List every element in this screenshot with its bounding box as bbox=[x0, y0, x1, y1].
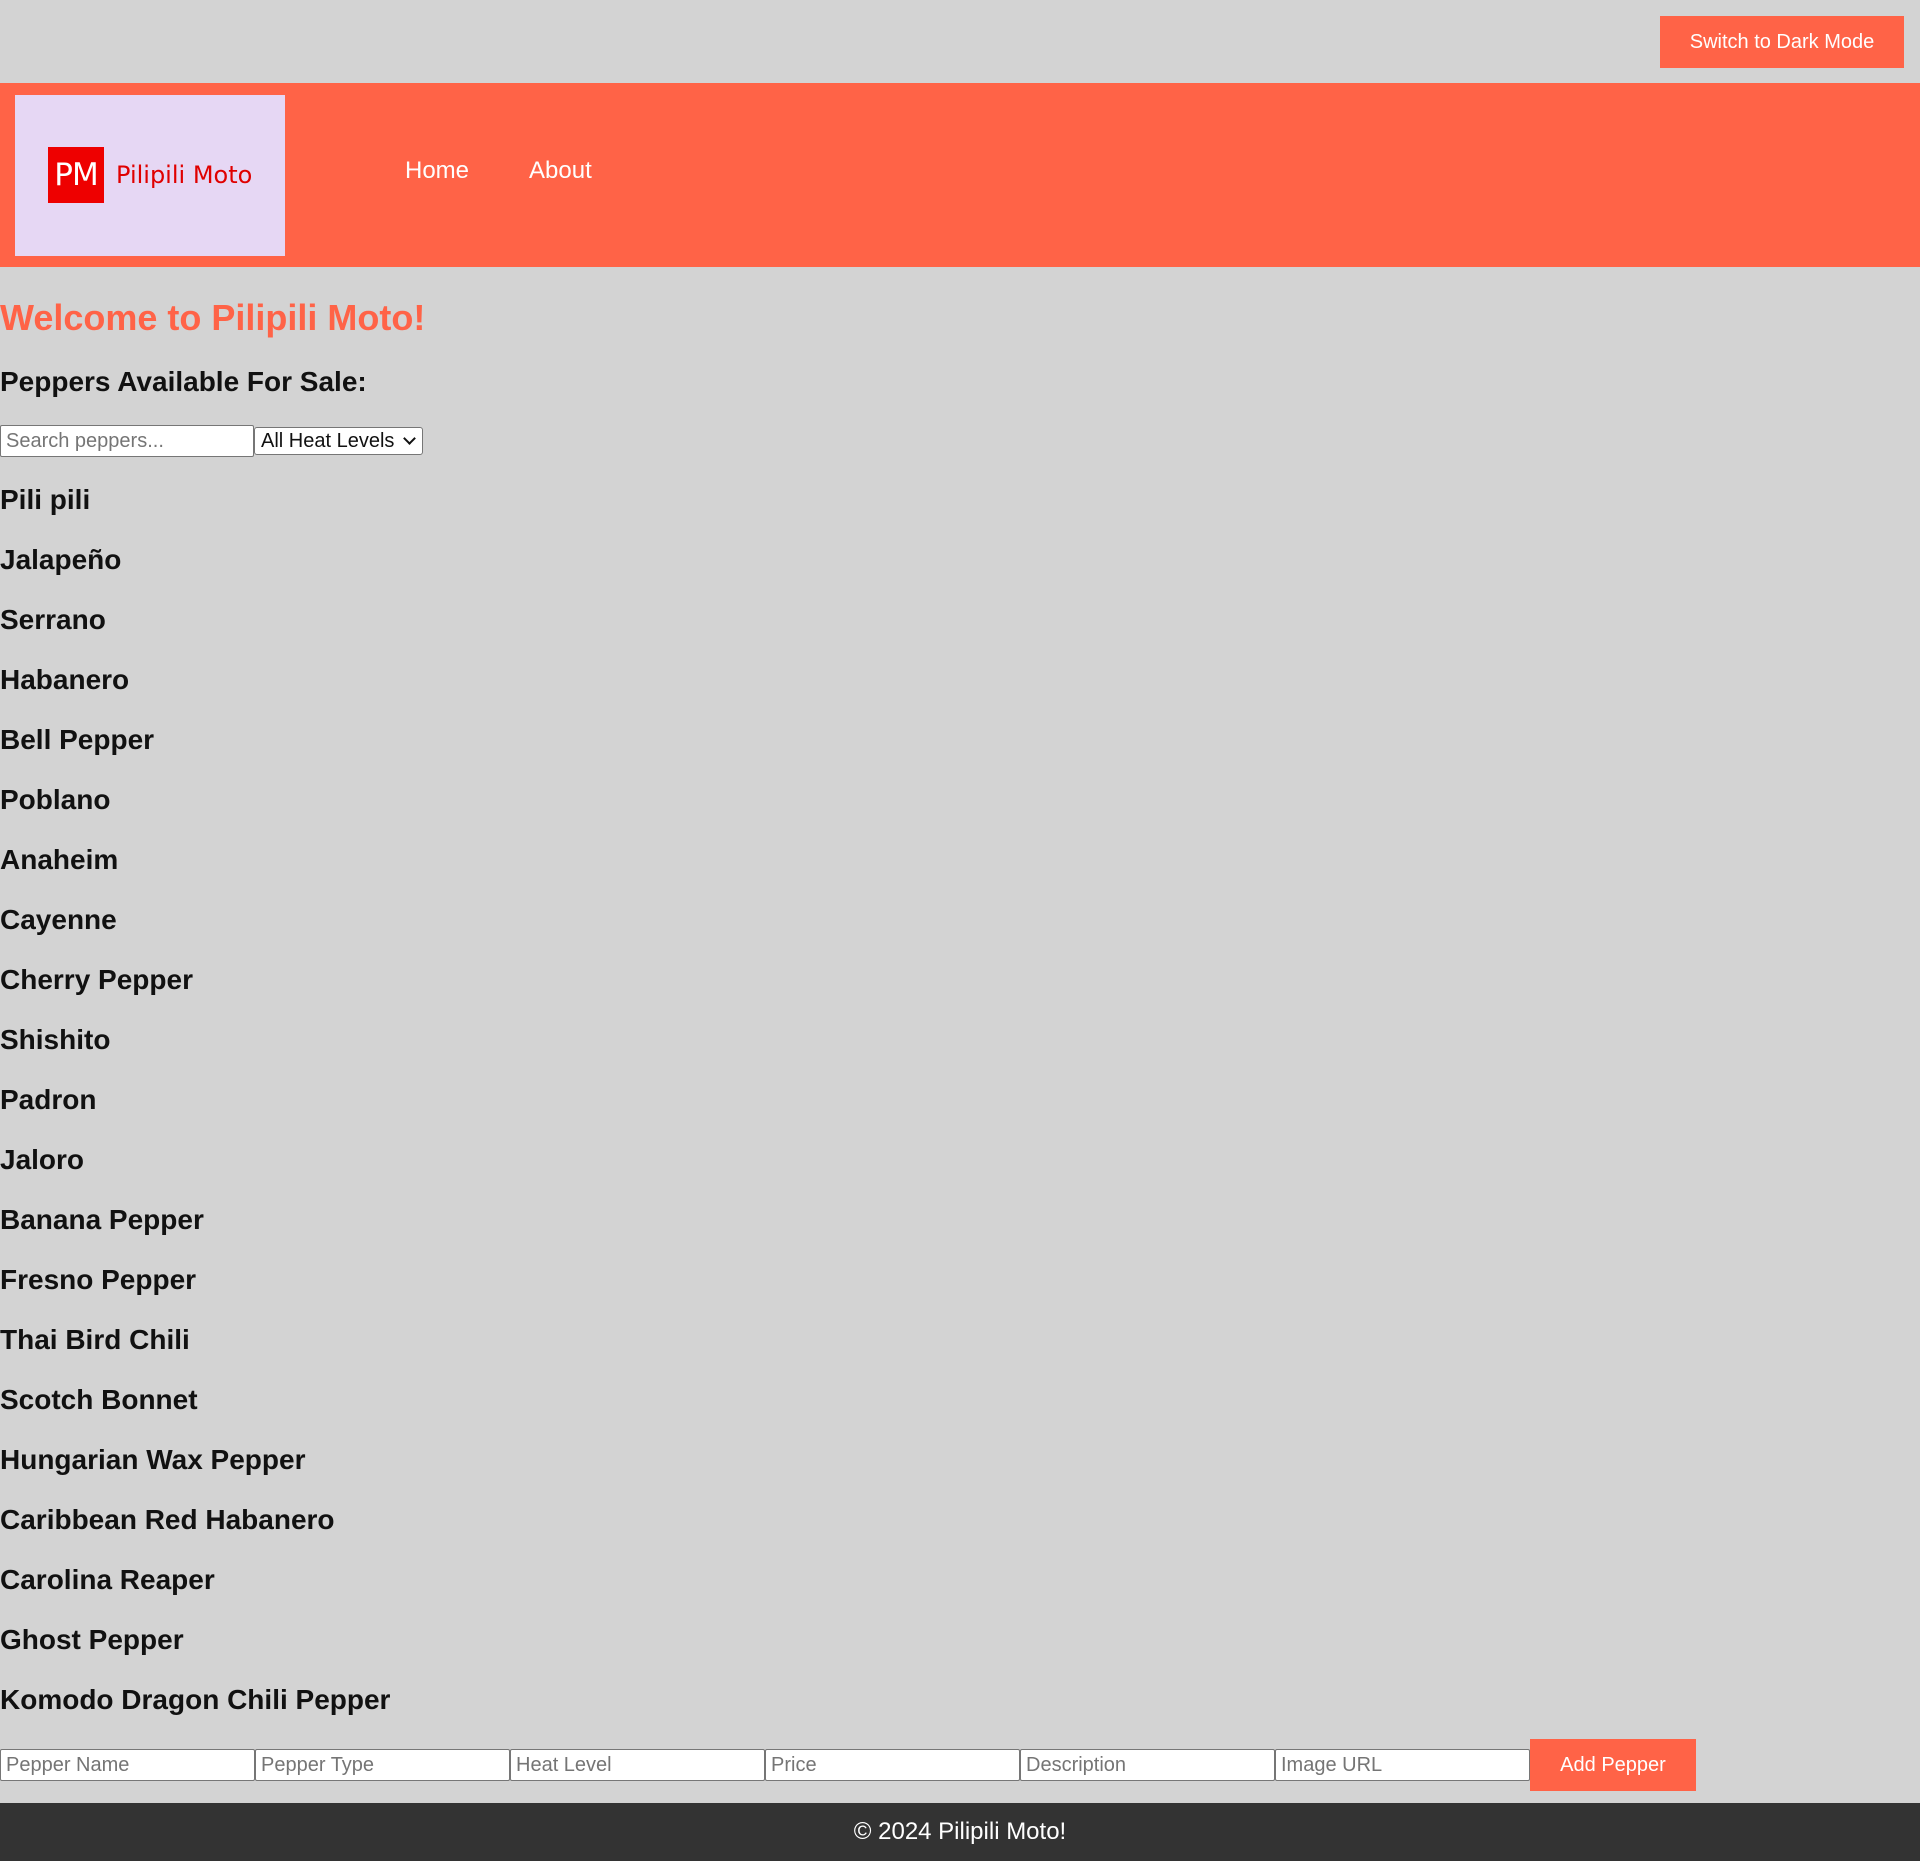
nav-link-about[interactable]: About bbox=[529, 157, 592, 185]
pepper-item[interactable]: Jaloro bbox=[0, 1143, 1920, 1203]
nav-link-home[interactable]: Home bbox=[405, 157, 469, 185]
pepper-list-heading: Peppers Available For Sale: bbox=[0, 366, 367, 397]
pepper-item[interactable]: Ghost Pepper bbox=[0, 1623, 1920, 1683]
main-nav: Home About bbox=[405, 157, 592, 185]
pepper-item[interactable]: Anaheim bbox=[0, 843, 1920, 903]
pepper-item[interactable]: Banana Pepper bbox=[0, 1203, 1920, 1263]
chevron-down-icon bbox=[403, 432, 416, 445]
pepper-item[interactable]: Hungarian Wax Pepper bbox=[0, 1443, 1920, 1503]
add-pepper-form: Add Pepper bbox=[0, 1739, 1920, 1791]
pepper-item[interactable]: Thai Bird Chili bbox=[0, 1323, 1920, 1383]
pepper-item[interactable]: Komodo Dragon Chili Pepper bbox=[0, 1683, 1920, 1743]
pepper-item[interactable]: Shishito bbox=[0, 1023, 1920, 1083]
dark-mode-toggle-button[interactable]: Switch to Dark Mode bbox=[1660, 16, 1904, 68]
logo-text: Pilipili Moto bbox=[116, 161, 253, 189]
pepper-type-field[interactable] bbox=[255, 1749, 510, 1781]
main-content: Welcome to Pilipili Moto! Peppers Availa… bbox=[0, 297, 1920, 1791]
site-footer: © 2024 Pilipili Moto! bbox=[0, 1803, 1920, 1861]
image-url-field[interactable] bbox=[1275, 1749, 1530, 1781]
footer-text: © 2024 Pilipili Moto! bbox=[853, 1818, 1067, 1845]
pepper-item[interactable]: Scotch Bonnet bbox=[0, 1383, 1920, 1443]
pepper-item[interactable]: Jalapeño bbox=[0, 543, 1920, 603]
pepper-item[interactable]: Cherry Pepper bbox=[0, 963, 1920, 1023]
filter-bar: All Heat Levels bbox=[0, 425, 1920, 457]
pepper-item[interactable]: Bell Pepper bbox=[0, 723, 1920, 783]
heat-level-select[interactable]: All Heat Levels bbox=[254, 427, 423, 455]
logo[interactable]: PM Pilipili Moto bbox=[15, 94, 285, 256]
search-input[interactable] bbox=[0, 425, 254, 457]
pepper-item[interactable]: Habanero bbox=[0, 663, 1920, 723]
pepper-item[interactable]: Serrano bbox=[0, 603, 1920, 663]
pepper-item[interactable]: Caribbean Red Habanero bbox=[0, 1503, 1920, 1563]
pepper-list: Pili pili Jalapeño Serrano Habanero Bell… bbox=[0, 483, 1920, 1743]
pepper-name-field[interactable] bbox=[0, 1749, 255, 1781]
add-pepper-button[interactable]: Add Pepper bbox=[1530, 1739, 1696, 1791]
top-bar: Switch to Dark Mode bbox=[0, 0, 1920, 83]
heat-level-select-value: All Heat Levels bbox=[261, 429, 395, 452]
description-field[interactable] bbox=[1020, 1749, 1275, 1781]
pepper-item[interactable]: Cayenne bbox=[0, 903, 1920, 963]
pepper-item[interactable]: Pili pili bbox=[0, 483, 1920, 543]
pepper-item[interactable]: Fresno Pepper bbox=[0, 1263, 1920, 1323]
heat-level-field[interactable] bbox=[510, 1749, 765, 1781]
logo-mark: PM bbox=[48, 147, 104, 203]
page-title: Welcome to Pilipili Moto! bbox=[0, 297, 426, 338]
pepper-item[interactable]: Carolina Reaper bbox=[0, 1563, 1920, 1623]
pepper-item[interactable]: Padron bbox=[0, 1083, 1920, 1143]
pepper-item[interactable]: Poblano bbox=[0, 783, 1920, 843]
price-field[interactable] bbox=[765, 1749, 1020, 1781]
site-header: PM Pilipili Moto Home About bbox=[0, 83, 1920, 267]
